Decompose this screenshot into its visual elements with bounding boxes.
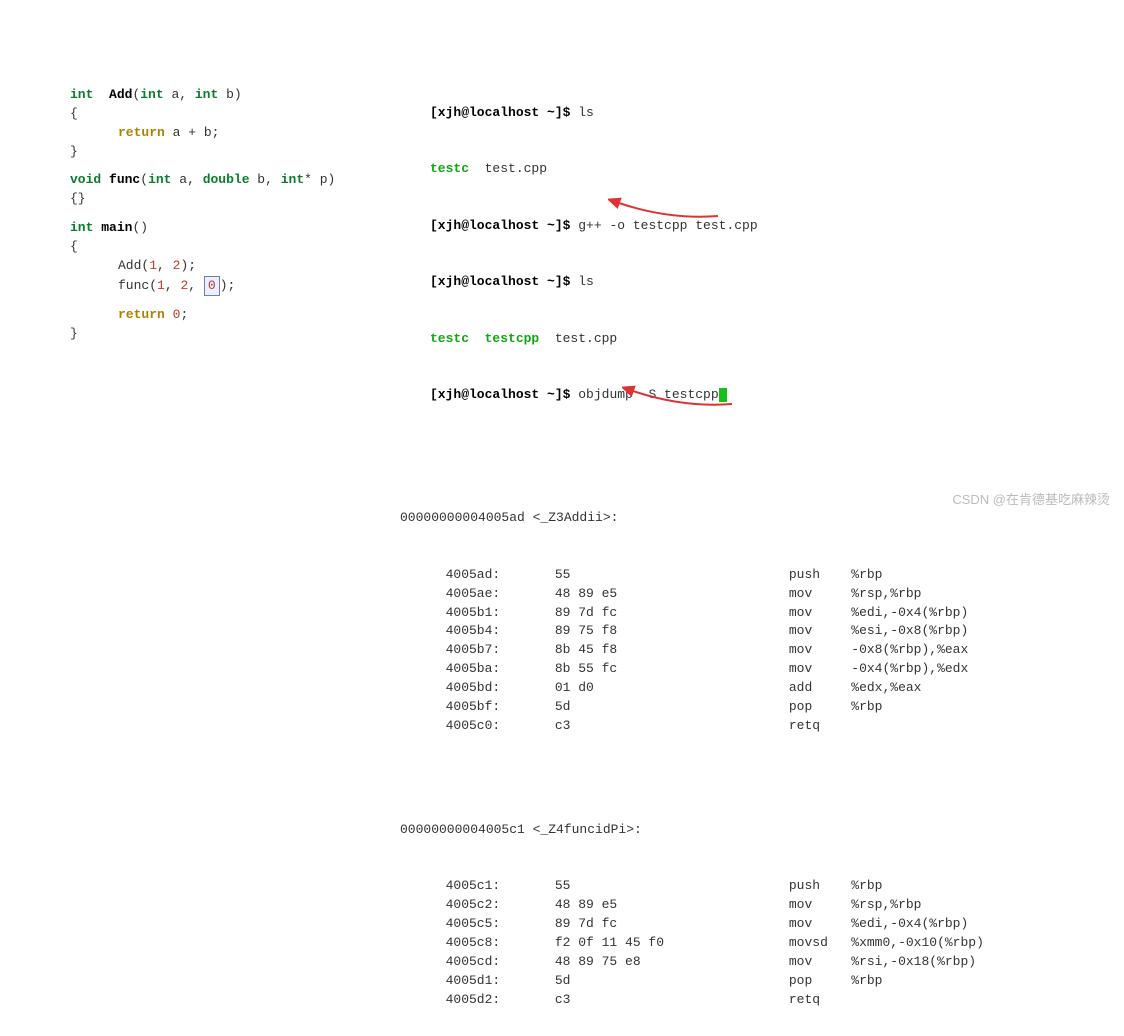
- asm-line: 4005d2: c3 retq: [430, 991, 1124, 1010]
- code-line: {: [70, 238, 420, 257]
- asm-line: 4005b1: 89 7d fc mov %edi,-0x4(%rbp): [430, 604, 1124, 623]
- disassembly-block: 4005ad: 55 push %rbp 4005ae: 48 89 e5 mo…: [430, 566, 1124, 736]
- asm-line: 4005ba: 8b 55 fc mov -0x4(%rbp),%edx: [430, 660, 1124, 679]
- asm-line: 4005b7: 8b 45 f8 mov -0x8(%rbp),%eax: [430, 641, 1124, 660]
- function-name: Add: [109, 87, 132, 102]
- symbol-header: 00000000004005ad <_Z3Addii>:: [400, 509, 1124, 528]
- asm-line: 4005bd: 01 d0 add %edx,%eax: [430, 679, 1124, 698]
- terminal-pane: [xjh@localhost ~]$ ls testc test.cpp [xj…: [420, 66, 1124, 1036]
- asm-line: 4005c8: f2 0f 11 45 f0 movsd %xmm0,-0x10…: [430, 934, 1124, 953]
- disassembly-block: 4005c1: 55 push %rbp 4005c2: 48 89 e5 mo…: [430, 877, 1124, 1009]
- code-line: }: [70, 325, 420, 344]
- terminal-line: [xjh@localhost ~]$ ls: [430, 273, 1124, 292]
- watermark: CSDN @在肯德基吃麻辣烫: [952, 491, 1110, 510]
- source-code-pane: int Add(int a, int b) { return a + b; } …: [0, 66, 420, 1036]
- keyword: int: [70, 87, 93, 102]
- asm-line: 4005ad: 55 push %rbp: [430, 566, 1124, 585]
- code-line: void func(int a, double b, int* p): [70, 171, 420, 190]
- terminal-line: [xjh@localhost ~]$ objdump -S testcpp: [430, 386, 1124, 405]
- asm-line: 4005cd: 48 89 75 e8 mov %rsi,-0x18(%rbp): [430, 953, 1124, 972]
- terminal-line: [xjh@localhost ~]$ ls: [430, 104, 1124, 123]
- terminal-line: testc test.cpp: [430, 160, 1124, 179]
- terminal-cursor: [719, 388, 727, 402]
- asm-line: 4005d1: 5d pop %rbp: [430, 972, 1124, 991]
- code-line: func(1, 2, 0);: [70, 276, 420, 297]
- asm-line: 4005c5: 89 7d fc mov %edi,-0x4(%rbp): [430, 915, 1124, 934]
- asm-line: 4005b4: 89 75 f8 mov %esi,-0x8(%rbp): [430, 622, 1124, 641]
- code-line: int Add(int a, int b): [70, 86, 420, 105]
- code-line: Add(1, 2);: [70, 257, 420, 276]
- asm-line: 4005c0: c3 retq: [430, 717, 1124, 736]
- code-line: {}: [70, 190, 420, 209]
- code-line: }: [70, 143, 420, 162]
- asm-line: 4005c2: 48 89 e5 mov %rsp,%rbp: [430, 896, 1124, 915]
- code-line: int main(): [70, 219, 420, 238]
- code-line: return 0;: [70, 306, 420, 325]
- asm-line: 4005c1: 55 push %rbp: [430, 877, 1124, 896]
- symbol-header: 00000000004005c1 <_Z4funcidPi>:: [400, 821, 1124, 840]
- code-line: {: [70, 105, 420, 124]
- asm-line: 4005bf: 5d pop %rbp: [430, 698, 1124, 717]
- terminal-line: [xjh@localhost ~]$ g++ -o testcpp test.c…: [430, 217, 1124, 236]
- terminal-line: testc testcpp test.cpp: [430, 330, 1124, 349]
- code-line: return a + b;: [70, 124, 420, 143]
- asm-line: 4005ae: 48 89 e5 mov %rsp,%rbp: [430, 585, 1124, 604]
